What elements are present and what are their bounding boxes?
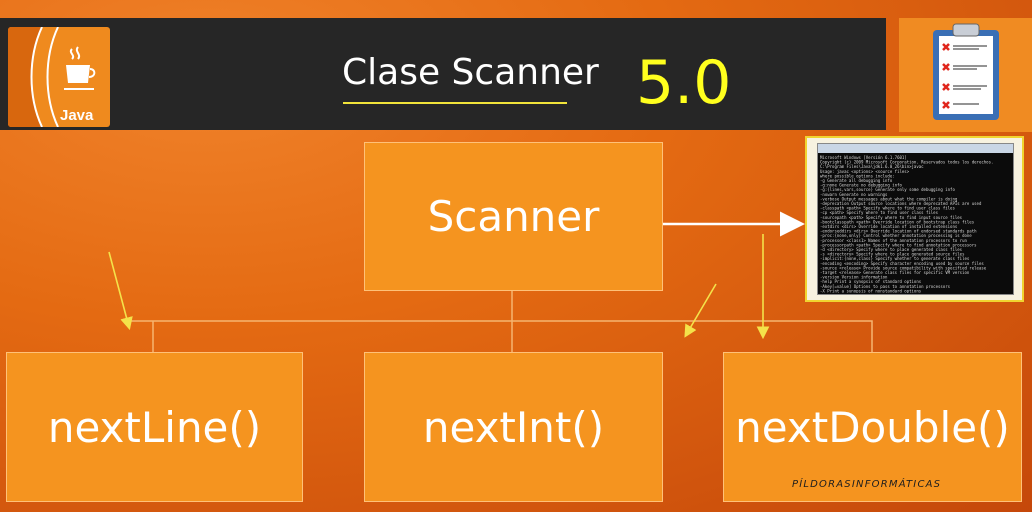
console-titlebar bbox=[818, 144, 1013, 153]
tree-lines bbox=[130, 289, 873, 352]
scanner-class-box: Scanner bbox=[364, 142, 663, 291]
nextline-arrow bbox=[108, 251, 133, 331]
nextint-arrow bbox=[684, 283, 717, 338]
nextint-method-box: nextInt() bbox=[364, 352, 663, 502]
console-window: Microsoft Windows [Versión 6.1.7601] Copy… bbox=[817, 143, 1014, 295]
console-screenshot: Microsoft Windows [Versión 6.1.7601] Copy… bbox=[805, 136, 1024, 302]
console-text: Microsoft Windows [Versión 6.1.7601]Copy… bbox=[820, 155, 993, 293]
nextline-method-box: nextLine() bbox=[6, 352, 303, 502]
console-line: -X Print a synopsis of nonstandard optio… bbox=[820, 288, 922, 293]
footer-brand: PÍLDORASINFORMÁTICAS bbox=[792, 479, 942, 490]
